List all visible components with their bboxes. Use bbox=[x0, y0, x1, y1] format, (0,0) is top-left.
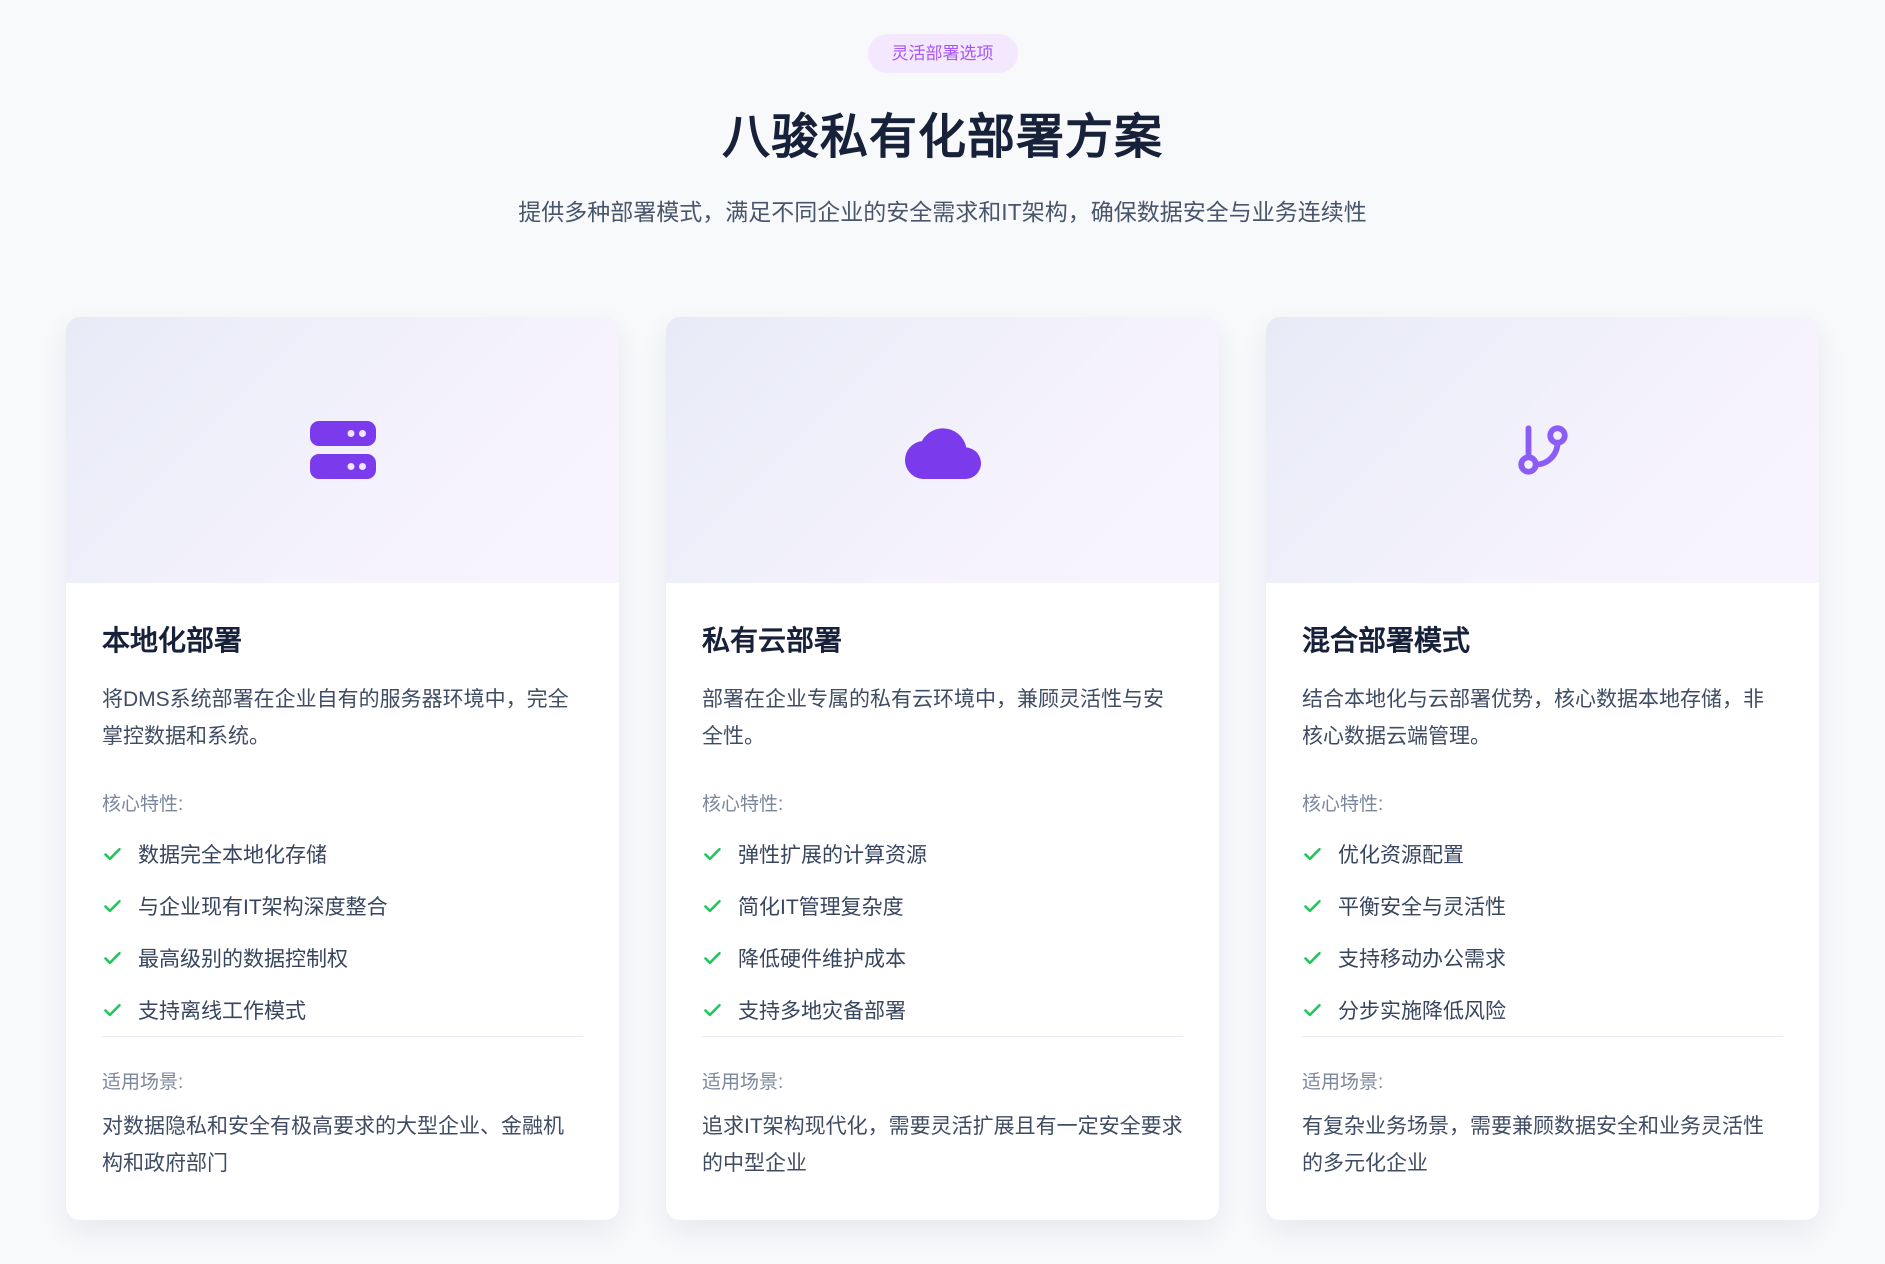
deployment-card: 私有云部署 部署在企业专属的私有云环境中，兼顾灵活性与安全性。 核心特性: 弹性… bbox=[666, 317, 1219, 1220]
feature-text: 简化IT管理复杂度 bbox=[738, 891, 904, 921]
card-title: 混合部署模式 bbox=[1302, 619, 1783, 659]
feature-item: 支持离线工作模式 bbox=[102, 984, 583, 1036]
server-icon bbox=[310, 421, 376, 479]
page-subtitle: 提供多种部署模式，满足不同企业的安全需求和IT架构，确保数据安全与业务连续性 bbox=[0, 193, 1885, 227]
feature-text: 数据完全本地化存储 bbox=[138, 839, 327, 869]
feature-item: 最高级别的数据控制权 bbox=[102, 932, 583, 984]
check-icon bbox=[702, 896, 723, 917]
feature-item: 简化IT管理复杂度 bbox=[702, 880, 1183, 932]
scenario-text: 有复杂业务场景，需要兼顾数据安全和业务灵活性的多元化企业 bbox=[1302, 1108, 1783, 1182]
check-icon bbox=[102, 1000, 123, 1021]
page-title: 八骏私有化部署方案 bbox=[0, 97, 1885, 167]
check-icon bbox=[1302, 1000, 1323, 1021]
card-hero bbox=[1266, 317, 1819, 583]
feature-list: 数据完全本地化存储 与企业现有IT架构深度整合 最高级别的数据控制权 支持离 bbox=[102, 828, 583, 1036]
scenario-label: 适用场景: bbox=[702, 1067, 1183, 1094]
features-label: 核心特性: bbox=[702, 789, 1183, 816]
feature-item: 弹性扩展的计算资源 bbox=[702, 828, 1183, 880]
feature-text: 弹性扩展的计算资源 bbox=[738, 839, 927, 869]
feature-text: 分步实施降低风险 bbox=[1338, 995, 1506, 1025]
feature-text: 优化资源配置 bbox=[1338, 839, 1464, 869]
check-icon bbox=[702, 1000, 723, 1021]
check-icon bbox=[102, 844, 123, 865]
card-description: 部署在企业专属的私有云环境中，兼顾灵活性与安全性。 bbox=[702, 681, 1183, 755]
feature-text: 与企业现有IT架构深度整合 bbox=[138, 891, 388, 921]
card-hero bbox=[666, 317, 1219, 583]
card-description: 结合本地化与云部署优势，核心数据本地存储，非核心数据云端管理。 bbox=[1302, 681, 1783, 755]
feature-item: 数据完全本地化存储 bbox=[102, 828, 583, 880]
scenario-label: 适用场景: bbox=[102, 1067, 583, 1094]
badge-container: 灵活部署选项 bbox=[0, 34, 1885, 73]
check-icon bbox=[702, 844, 723, 865]
feature-item: 优化资源配置 bbox=[1302, 828, 1783, 880]
card-body: 本地化部署 将DMS系统部署在企业自有的服务器环境中，完全掌控数据和系统。 核心… bbox=[66, 583, 619, 1220]
check-icon bbox=[102, 948, 123, 969]
check-icon bbox=[1302, 844, 1323, 865]
cloud-icon bbox=[905, 422, 981, 479]
feature-list: 弹性扩展的计算资源 简化IT管理复杂度 降低硬件维护成本 支持多地灾备部署 bbox=[702, 828, 1183, 1036]
check-icon bbox=[1302, 948, 1323, 969]
features-label: 核心特性: bbox=[102, 789, 583, 816]
card-description: 将DMS系统部署在企业自有的服务器环境中，完全掌控数据和系统。 bbox=[102, 681, 583, 755]
cards: 本地化部署 将DMS系统部署在企业自有的服务器环境中，完全掌控数据和系统。 核心… bbox=[66, 317, 1819, 1220]
card-body: 混合部署模式 结合本地化与云部署优势，核心数据本地存储，非核心数据云端管理。 核… bbox=[1266, 583, 1819, 1220]
scenario-block: 适用场景: 追求IT架构现代化，需要灵活扩展且有一定安全要求的中型企业 bbox=[702, 1036, 1183, 1182]
deployment-section: 灵活部署选项 八骏私有化部署方案 提供多种部署模式，满足不同企业的安全需求和IT… bbox=[0, 0, 1885, 1220]
check-icon bbox=[702, 948, 723, 969]
git-branch-icon bbox=[1514, 419, 1572, 481]
card-body: 私有云部署 部署在企业专属的私有云环境中，兼顾灵活性与安全性。 核心特性: 弹性… bbox=[666, 583, 1219, 1220]
feature-list: 优化资源配置 平衡安全与灵活性 支持移动办公需求 分步实施降低风险 bbox=[1302, 828, 1783, 1036]
scenario-block: 适用场景: 有复杂业务场景，需要兼顾数据安全和业务灵活性的多元化企业 bbox=[1302, 1036, 1783, 1182]
feature-item: 分步实施降低风险 bbox=[1302, 984, 1783, 1036]
feature-item: 降低硬件维护成本 bbox=[702, 932, 1183, 984]
deployment-card: 混合部署模式 结合本地化与云部署优势，核心数据本地存储，非核心数据云端管理。 核… bbox=[1266, 317, 1819, 1220]
feature-item: 与企业现有IT架构深度整合 bbox=[102, 880, 583, 932]
scenario-text: 追求IT架构现代化，需要灵活扩展且有一定安全要求的中型企业 bbox=[702, 1108, 1183, 1182]
deployment-card: 本地化部署 将DMS系统部署在企业自有的服务器环境中，完全掌控数据和系统。 核心… bbox=[66, 317, 619, 1220]
scenario-label: 适用场景: bbox=[1302, 1067, 1783, 1094]
feature-text: 最高级别的数据控制权 bbox=[138, 943, 348, 973]
feature-item: 平衡安全与灵活性 bbox=[1302, 880, 1783, 932]
feature-item: 支持多地灾备部署 bbox=[702, 984, 1183, 1036]
card-title: 本地化部署 bbox=[102, 619, 583, 659]
feature-text: 支持多地灾备部署 bbox=[738, 995, 906, 1025]
feature-text: 平衡安全与灵活性 bbox=[1338, 891, 1506, 921]
feature-text: 降低硬件维护成本 bbox=[738, 943, 906, 973]
scenario-block: 适用场景: 对数据隐私和安全有极高要求的大型企业、金融机构和政府部门 bbox=[102, 1036, 583, 1182]
features-label: 核心特性: bbox=[1302, 789, 1783, 816]
card-title: 私有云部署 bbox=[702, 619, 1183, 659]
check-icon bbox=[102, 896, 123, 917]
card-hero bbox=[66, 317, 619, 583]
check-icon bbox=[1302, 896, 1323, 917]
section-badge: 灵活部署选项 bbox=[868, 34, 1018, 73]
feature-item: 支持移动办公需求 bbox=[1302, 932, 1783, 984]
feature-text: 支持移动办公需求 bbox=[1338, 943, 1506, 973]
feature-text: 支持离线工作模式 bbox=[138, 995, 306, 1025]
scenario-text: 对数据隐私和安全有极高要求的大型企业、金融机构和政府部门 bbox=[102, 1108, 583, 1182]
